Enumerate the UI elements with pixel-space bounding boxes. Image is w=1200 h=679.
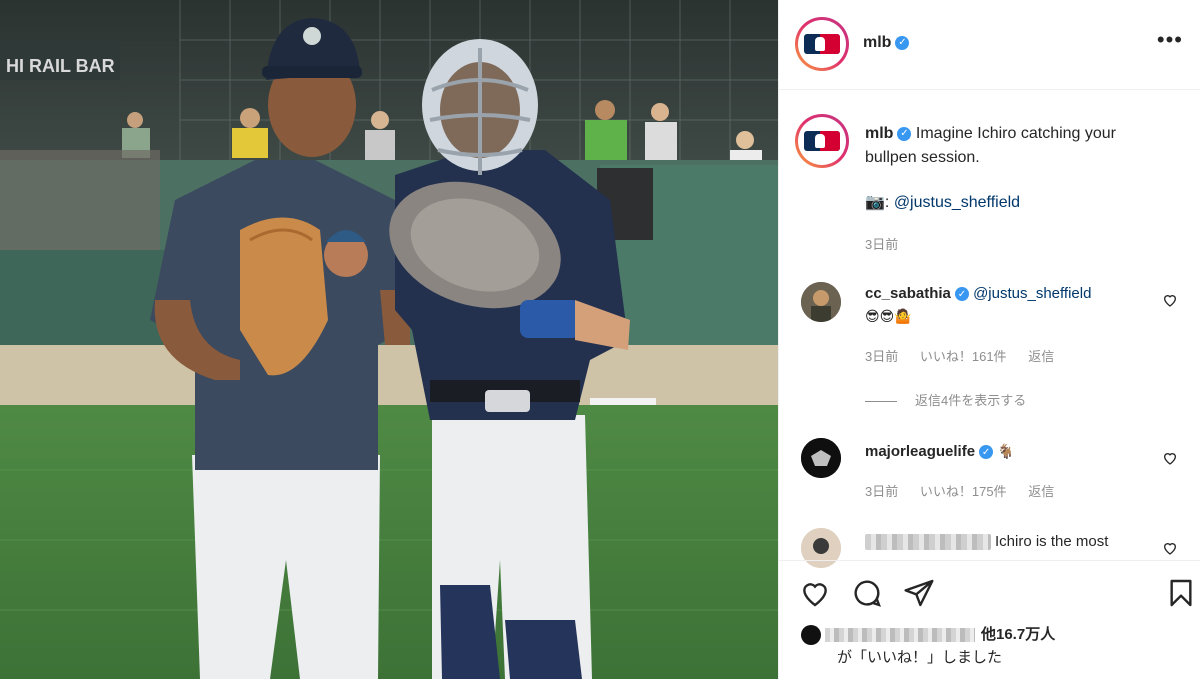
mlb-logo <box>804 131 840 151</box>
camera-emoji: 📷: <box>865 194 894 211</box>
likes-suffix: が「いいね！」しました <box>837 649 1003 666</box>
comment-meta: 3日前 いいね！175件 返信 <box>865 481 1072 500</box>
post-caption: mlb ✓ Imagine Ichiro catching your bullpe… <box>865 122 1165 170</box>
view-replies[interactable]: 返信4件を表示する <box>865 390 1026 409</box>
likes-count[interactable]: 他16.7万人 <box>981 626 1055 643</box>
comment-icon[interactable] <box>851 577 883 609</box>
liker-avatar <box>801 625 821 646</box>
blurred-username <box>865 534 991 551</box>
more-options-icon[interactable]: ••• <box>1157 29 1183 51</box>
comment-likes[interactable]: いいね！175件 <box>920 484 1007 499</box>
comment-meta: 3日前 いいね！161件 返信 <box>865 346 1072 365</box>
post-sidebar: mlb ✓ ••• mlb ✓ Imagine Ichiro catching yo… <box>778 0 1200 679</box>
author-avatar[interactable] <box>795 17 849 71</box>
verified-icon: ✓ <box>954 287 969 302</box>
mlb-logo <box>804 34 840 54</box>
photo-illustration: HI RAIL BAR <box>0 0 778 679</box>
credit-link[interactable]: @justus_sheffield <box>894 194 1020 211</box>
share-icon[interactable] <box>903 577 935 609</box>
comment-user[interactable]: majorleaguelife <box>865 443 975 460</box>
avatar-image <box>801 438 841 478</box>
comment-text: 🐐 <box>997 443 1015 459</box>
comment-mention[interactable]: @justus_sheffield <box>973 285 1091 302</box>
comment-2: majorleaguelife ✓ 🐐 <box>865 443 1015 460</box>
verified-icon: ✓ <box>895 35 910 50</box>
post-header: mlb ✓ ••• <box>779 0 1200 90</box>
comment-1: cc_sabathia ✓ @justus_sheffield <box>865 285 1091 302</box>
action-bar: 他16.7万人 が「いいね！」しました <box>779 560 1200 679</box>
view-replies-label[interactable]: 返信4件を表示する <box>915 393 1026 408</box>
verified-icon: ✓ <box>979 445 994 460</box>
replies-divider <box>865 401 897 403</box>
blurred-liker <box>825 628 975 643</box>
reply-button[interactable]: 返信 <box>1028 484 1054 499</box>
post-timestamp[interactable]: 3日前 <box>865 234 898 253</box>
bookmark-icon[interactable] <box>1165 577 1197 609</box>
heart-icon[interactable] <box>799 577 831 609</box>
comment-3: Ichiro is the most <box>865 533 1109 551</box>
comment-likes[interactable]: いいね！161件 <box>920 349 1007 364</box>
photo-credit: 📷: @justus_sheffield <box>865 192 1020 212</box>
avatar-image <box>801 282 841 322</box>
verified-icon: ✓ <box>897 126 912 141</box>
comment-time[interactable]: 3日前 <box>865 349 898 364</box>
comment-like-icon[interactable] <box>1162 292 1178 308</box>
caption-author[interactable]: mlb <box>865 125 893 142</box>
comment-like-icon[interactable] <box>1162 540 1178 556</box>
comment-avatar[interactable] <box>801 282 841 322</box>
svg-text:HI RAIL BAR: HI RAIL BAR <box>6 56 115 76</box>
comment-user[interactable]: cc_sabathia <box>865 285 951 302</box>
comment-avatar[interactable] <box>801 438 841 478</box>
comment-text: Ichiro is the most <box>995 533 1109 550</box>
comment-like-icon[interactable] <box>1162 450 1178 466</box>
reply-button[interactable]: 返信 <box>1028 349 1054 364</box>
comment-time[interactable]: 3日前 <box>865 484 898 499</box>
author-handle[interactable]: mlb ✓ <box>863 34 910 52</box>
author-name[interactable]: mlb <box>863 34 891 51</box>
comment-emojis: 😎😎🤷 <box>865 308 912 324</box>
caption-avatar[interactable] <box>795 114 849 168</box>
post-photo[interactable]: HI RAIL BAR <box>0 0 778 679</box>
likes-summary[interactable]: 他16.7万人 <box>801 623 1055 646</box>
